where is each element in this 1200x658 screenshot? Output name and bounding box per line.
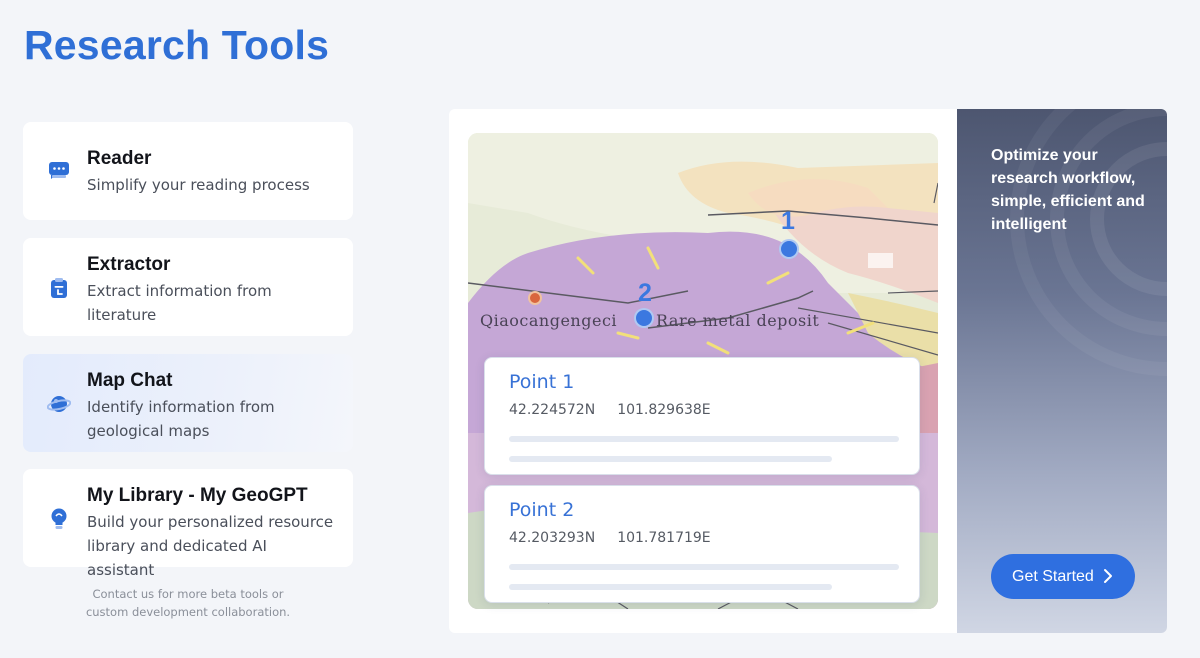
point-title: Point 1 (509, 371, 575, 393)
tool-title: My Library - My GeoGPT (87, 485, 308, 506)
tool-desc: Build your personalized resource library … (87, 513, 334, 579)
tool-title: Extractor (87, 254, 171, 275)
map-marker-1[interactable] (779, 239, 799, 259)
map-place-label: Qiaocangengeci (480, 311, 618, 330)
tool-card-extractor[interactable]: Extractor Extract information from litera… (23, 238, 353, 336)
tool-title: Reader (87, 148, 152, 169)
tool-desc: Identify information from geological maps (87, 398, 275, 440)
placeholder-line (509, 564, 899, 570)
map-marker-label-1: 1 (781, 207, 795, 235)
tool-desc: Simplify your reading process (87, 176, 310, 194)
contact-note: Contact us for more beta tools or custom … (85, 587, 291, 619)
point-latitude: 42.203293N (509, 530, 596, 546)
map-marker-label-2: 2 (638, 279, 652, 307)
promo-tagline: Optimize your research workflow, simple,… (991, 147, 1145, 233)
chevron-right-icon (1104, 569, 1112, 583)
point-coordinates: 42.203293N 101.781719E (509, 530, 895, 546)
point-longitude: 101.829638E (617, 402, 711, 418)
point-title: Point 2 (509, 499, 575, 521)
planet-icon (47, 392, 71, 416)
tool-card-my-library[interactable]: My Library - My GeoGPT Build your person… (23, 469, 353, 579)
map-chat-showcase: Qiaocangengeci Rare metal deposit 1 2 Po… (449, 109, 1167, 633)
tool-card-reader[interactable]: Reader Simplify your reading process (23, 122, 353, 220)
clipboard-icon (47, 276, 71, 300)
point-card-1[interactable]: Point 1 42.224572N 101.829638E (484, 357, 920, 475)
get-started-label: Get Started (1012, 567, 1094, 585)
tool-title: Map Chat (87, 370, 173, 391)
tool-card-map-chat[interactable]: Map Chat Identify information from geolog… (23, 354, 353, 452)
point-coordinates: 42.224572N 101.829638E (509, 402, 895, 418)
point-latitude: 42.224572N (509, 402, 596, 418)
chat-bubble-icon (47, 158, 71, 182)
point-longitude: 101.781719E (617, 530, 711, 546)
page-title: Research Tools (24, 22, 330, 68)
map-deposit-label: Rare metal deposit (656, 311, 820, 330)
placeholder-line (509, 456, 832, 462)
tool-desc: Extract information from literature (87, 282, 272, 324)
placeholder-line (509, 436, 899, 442)
get-started-button[interactable]: Get Started (991, 554, 1135, 599)
map-marker-2[interactable] (634, 308, 654, 328)
lightbulb-icon (47, 507, 71, 531)
promo-panel: Optimize your research workflow, simple,… (957, 109, 1167, 633)
placeholder-line (509, 584, 832, 590)
point-card-2[interactable]: Point 2 42.203293N 101.781719E (484, 485, 920, 603)
